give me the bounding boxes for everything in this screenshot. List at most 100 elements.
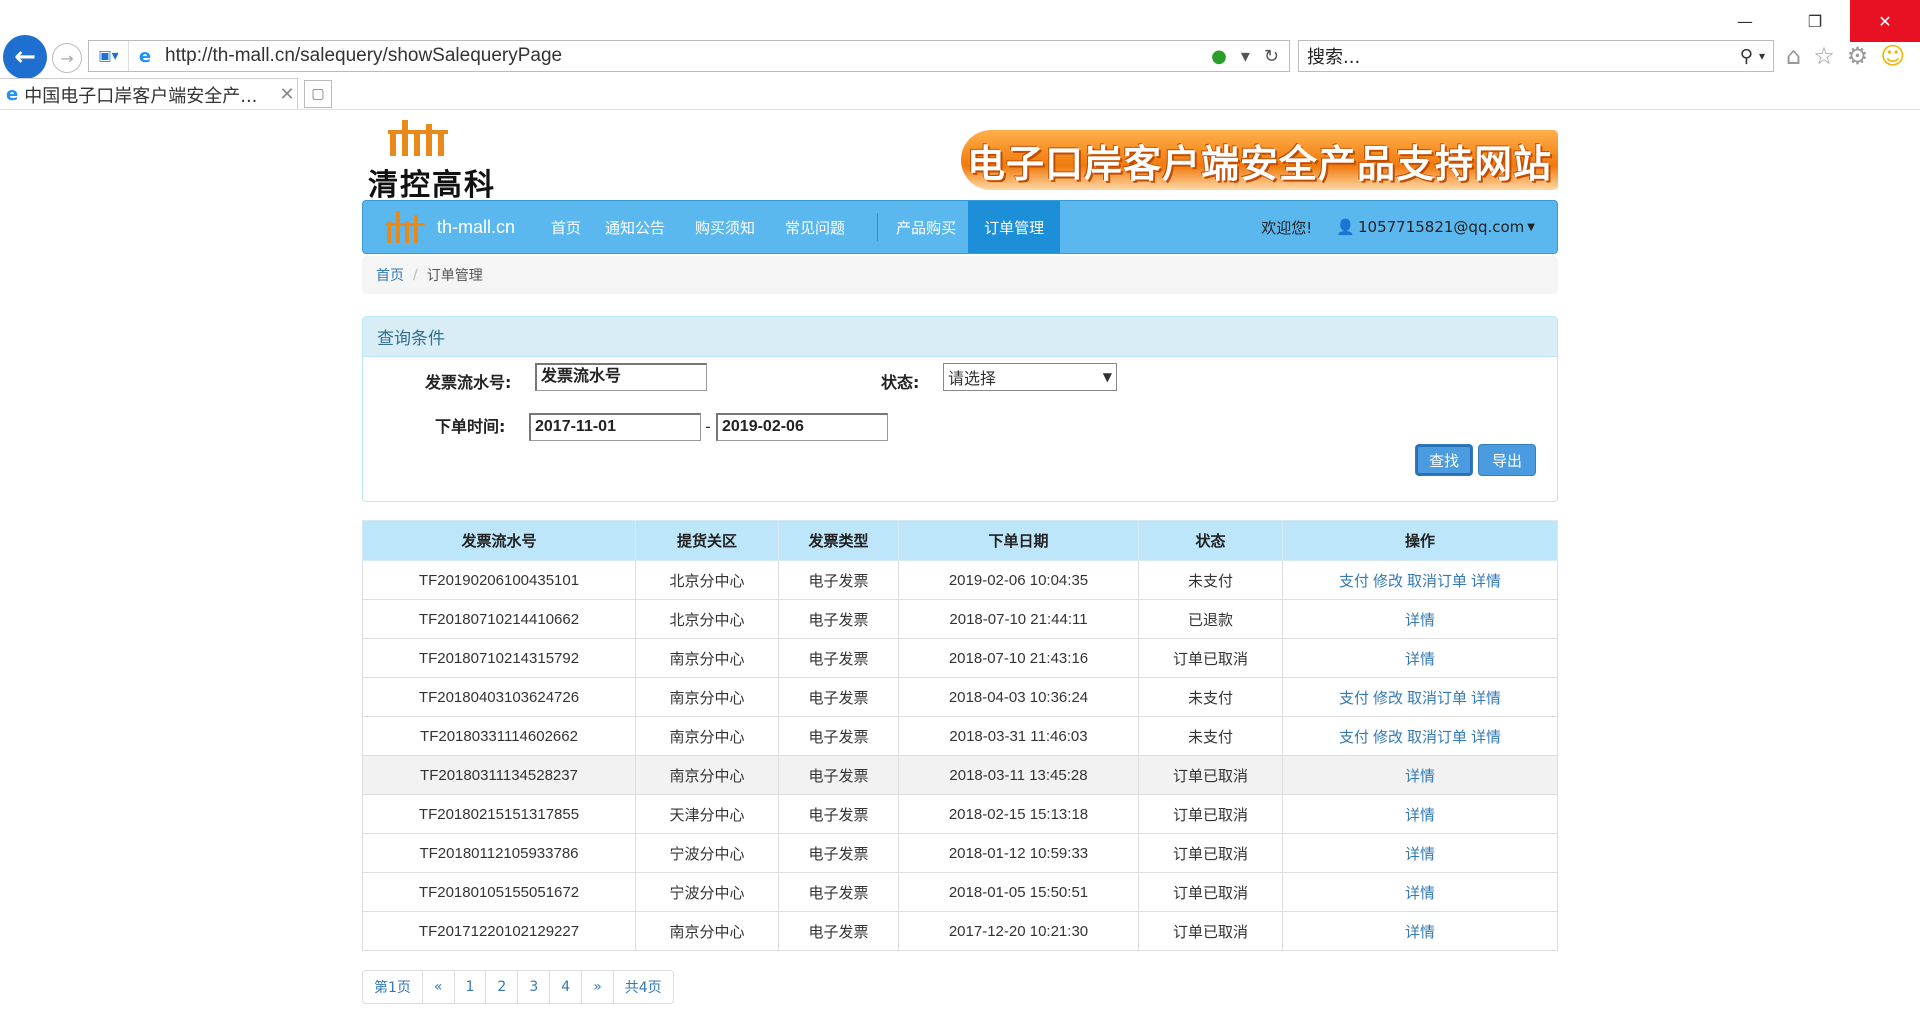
edit-link[interactable]: 修改 (1373, 728, 1403, 746)
invoice-type-cell: 电子发票 (778, 872, 899, 912)
invoice-type-cell: 电子发票 (778, 599, 899, 639)
details-link[interactable]: 详情 (1405, 650, 1435, 668)
table-row: TF20180403103624726 南京分中心 电子发票 2018-04-03 1… (362, 677, 1558, 717)
date-range-dash: - (705, 417, 711, 436)
breadcrumb-separator: / (413, 267, 418, 283)
gear-icon[interactable]: ⚙ (1847, 42, 1869, 70)
cancel-order-link[interactable]: 取消订单 (1407, 728, 1467, 746)
site-logo[interactable]: 清控高科 (368, 120, 498, 203)
star-icon[interactable]: ☆ (1813, 42, 1835, 70)
logo-text: 清控高科 (368, 168, 496, 203)
pager-page-2[interactable]: 2 (486, 971, 519, 1003)
search-button[interactable]: 查找 (1415, 444, 1473, 476)
status-select-value: 请选择 (948, 369, 997, 388)
search-input[interactable]: 搜索... ⚲ ▾ (1298, 40, 1774, 72)
order-date-cell: 2018-07-10 21:43:16 (898, 638, 1139, 678)
pager-page-1[interactable]: 1 (455, 971, 487, 1003)
url-text[interactable]: http://th-mall.cn/salequery/showSalequer… (157, 45, 1211, 67)
date-from-input[interactable]: 2017-11-01 (529, 413, 701, 441)
export-button[interactable]: 导出 (1478, 444, 1536, 476)
invoice-no-cell: TF20180112105933786 (362, 833, 636, 873)
actions-cell: 支付 修改 取消订单 详情 (1282, 677, 1558, 717)
nav-item-faq[interactable]: 常见问题 (773, 201, 857, 253)
invoice-type-cell: 电子发票 (778, 755, 899, 795)
home-icon[interactable]: ⌂ (1786, 42, 1801, 70)
nav-item-purchase-guide[interactable]: 购买须知 (677, 201, 773, 253)
col-actions: 操作 (1282, 520, 1558, 561)
date-to-input[interactable]: 2019-02-06 (716, 413, 888, 441)
new-tab-button[interactable]: ▢ (304, 80, 332, 108)
details-link[interactable]: 详情 (1405, 611, 1435, 629)
table-row: TF20180710214410662 北京分中心 电子发票 2018-07-10 2… (362, 599, 1558, 639)
actions-cell: 详情 (1282, 833, 1558, 873)
nav-divider (877, 213, 879, 241)
region-cell: 北京分中心 (635, 560, 779, 600)
pay-link[interactable]: 支付 (1339, 728, 1369, 746)
query-panel-title: 查询条件 (363, 317, 1557, 357)
invoice-no-label: 发票流水号: (425, 373, 512, 392)
browser-tab[interactable]: e 中国电子口岸客户端安全产... ✕ (0, 78, 298, 110)
minimize-button[interactable]: — (1710, 0, 1780, 42)
cancel-order-link[interactable]: 取消订单 (1407, 689, 1467, 707)
table-row: TF20180311134528237 南京分中心 电子发票 2018-03-11 1… (362, 755, 1558, 795)
actions-cell: 详情 (1282, 599, 1558, 639)
nav-item-buy-product[interactable]: 产品购买 (884, 201, 968, 253)
details-link[interactable]: 详情 (1471, 689, 1501, 707)
nav-user-area: 欢迎您! 👤 1057715821@qq.com ▼ (1261, 201, 1535, 253)
region-cell: 南京分中心 (635, 755, 779, 795)
smiley-icon[interactable]: ☺ (1880, 42, 1905, 70)
refresh-icon[interactable]: ↻ (1264, 46, 1279, 67)
region-cell: 南京分中心 (635, 638, 779, 678)
details-link[interactable]: 详情 (1405, 884, 1435, 902)
breadcrumb-current: 订单管理 (426, 268, 483, 284)
details-link[interactable]: 详情 (1405, 845, 1435, 863)
details-link[interactable]: 详情 (1471, 728, 1501, 746)
invoice-no-input[interactable]: 发票流水号 (535, 363, 707, 391)
edit-link[interactable]: 修改 (1373, 689, 1403, 707)
details-link[interactable]: 详情 (1405, 767, 1435, 785)
order-date-cell: 2018-07-10 21:44:11 (898, 599, 1139, 639)
status-select[interactable]: 请选择 ▼ (943, 363, 1117, 391)
details-link[interactable]: 详情 (1471, 572, 1501, 590)
search-icon[interactable]: ⚲ (1740, 46, 1753, 67)
table-row: TF20180331114602662 南京分中心 电子发票 2018-03-31 1… (362, 716, 1558, 756)
forward-button[interactable]: → (52, 43, 82, 73)
nav-item-order-management[interactable]: 订单管理 (968, 201, 1061, 253)
pager-page-3[interactable]: 3 (518, 971, 551, 1003)
table-row: TF20180112105933786 宁波分中心 电子发票 2018-01-12 1… (362, 833, 1558, 873)
invoice-type-cell: 电子发票 (778, 638, 899, 678)
details-link[interactable]: 详情 (1405, 923, 1435, 941)
pay-link[interactable]: 支付 (1339, 689, 1369, 707)
pager-prev[interactable]: « (423, 971, 455, 1003)
back-button[interactable]: ← (3, 35, 47, 79)
address-bar[interactable]: ▣▾ e http://th-mall.cn/salequery/showSal… (88, 40, 1290, 72)
search-dropdown-icon[interactable]: ▾ (1759, 49, 1765, 63)
status-cell: 订单已取消 (1138, 833, 1283, 873)
compatibility-view-icon[interactable]: ▣▾ (89, 41, 129, 71)
suggested-sites-icon[interactable]: ● (1211, 46, 1227, 67)
table-row: TF20180215151317855 天津分中心 电子发票 2018-02-15 1… (362, 794, 1558, 834)
pager-page-4[interactable]: 4 (550, 971, 583, 1003)
restore-button[interactable]: ❐ (1780, 0, 1850, 42)
actions-cell: 详情 (1282, 638, 1558, 678)
edit-link[interactable]: 修改 (1373, 572, 1403, 590)
close-tab-icon[interactable]: ✕ (277, 84, 297, 105)
details-link[interactable]: 详情 (1405, 806, 1435, 824)
breadcrumb-home[interactable]: 首页 (376, 265, 404, 285)
region-cell: 南京分中心 (635, 677, 779, 717)
pay-link[interactable]: 支付 (1339, 572, 1369, 590)
dropdown-chevron-icon[interactable]: ▾ (1241, 46, 1250, 67)
nav-brand[interactable]: th-mall.cn (363, 201, 539, 253)
order-date-cell: 2017-12-20 10:21:30 (898, 911, 1139, 951)
cancel-order-link[interactable]: 取消订单 (1407, 572, 1467, 590)
close-window-button[interactable]: ✕ (1850, 0, 1920, 42)
pager-next[interactable]: » (582, 971, 614, 1003)
nav-item-home[interactable]: 首页 (539, 201, 593, 253)
welcome-text: 欢迎您! (1261, 218, 1313, 237)
order-date-cell: 2018-02-15 15:13:18 (898, 794, 1139, 834)
query-panel: 查询条件 发票流水号: 发票流水号 状态: 请选择 ▼ 下单时间: 2017-1… (362, 316, 1558, 502)
nav-item-notices[interactable]: 通知公告 (593, 201, 677, 253)
actions-cell: 详情 (1282, 794, 1558, 834)
user-menu[interactable]: 👤 1057715821@qq.com ▼ (1336, 218, 1535, 236)
caret-down-icon: ▼ (1527, 221, 1535, 233)
